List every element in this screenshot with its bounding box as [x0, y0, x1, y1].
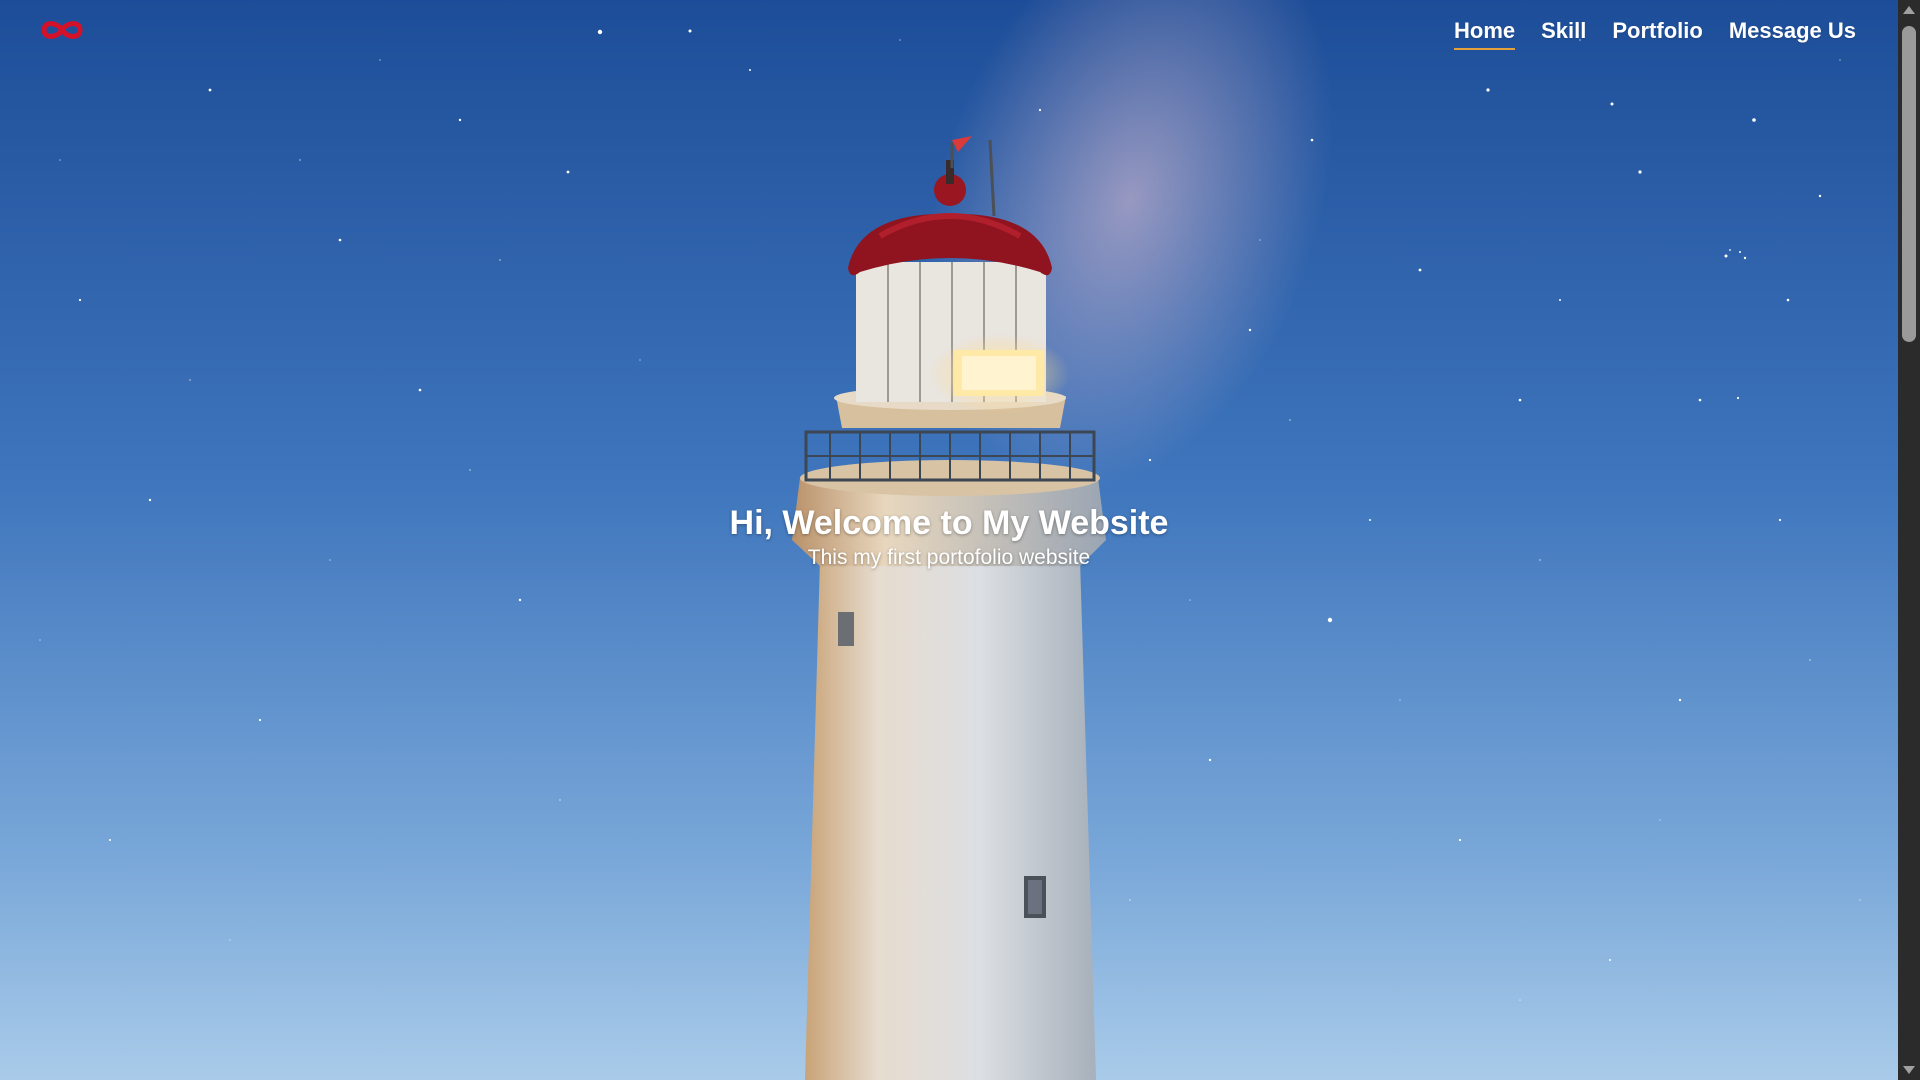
- nav-item-home: Home: [1454, 18, 1516, 50]
- nav-link-skill[interactable]: Skill: [1541, 18, 1586, 48]
- nav-link-home[interactable]: Home: [1454, 18, 1516, 50]
- scroll-down-arrow-icon[interactable]: [1903, 1066, 1915, 1074]
- top-navbar: Home Skill Portfolio Message Us: [0, 0, 1898, 66]
- nav-link-portfolio[interactable]: Portfolio: [1612, 18, 1702, 48]
- scroll-up-arrow-icon[interactable]: [1903, 6, 1915, 14]
- page-viewport: Home Skill Portfolio Message Us Hi, Welc…: [0, 0, 1898, 1080]
- nav-item-message-us: Message Us: [1729, 18, 1856, 50]
- hero-subtitle: This my first portofolio website: [807, 546, 1091, 569]
- vertical-scrollbar[interactable]: [1898, 0, 1920, 1080]
- nav-menu: Home Skill Portfolio Message Us: [1428, 18, 1856, 50]
- nav-item-portfolio: Portfolio: [1612, 18, 1702, 50]
- nav-item-skill: Skill: [1541, 18, 1586, 50]
- hero-text-block: Hi, Welcome to My Website This my first …: [0, 502, 1898, 572]
- infinity-icon[interactable]: [38, 16, 86, 44]
- scrollbar-thumb[interactable]: [1902, 26, 1916, 342]
- nav-link-message-us[interactable]: Message Us: [1729, 18, 1856, 48]
- hero-title: Hi, Welcome to My Website: [729, 504, 1169, 542]
